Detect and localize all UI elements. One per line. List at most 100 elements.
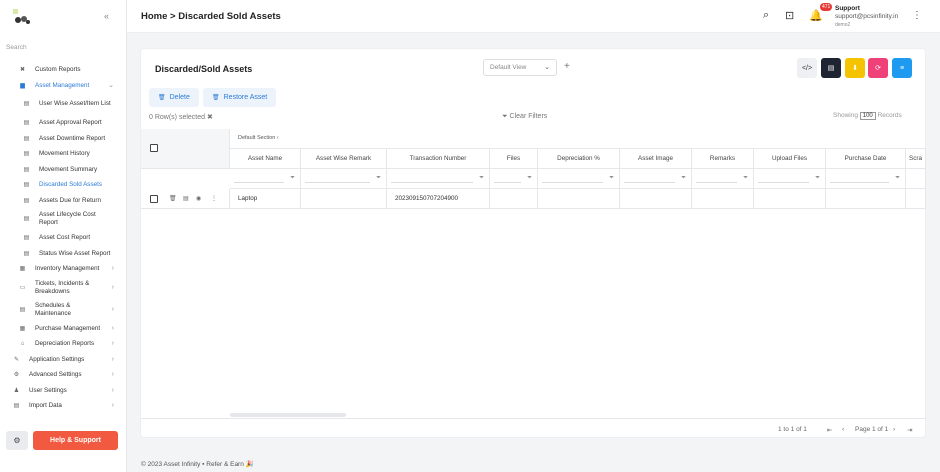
sidebar-item-inventory-management[interactable]: ▦ Inventory Management › bbox=[0, 261, 126, 277]
export-pdf-button[interactable]: ▤ bbox=[821, 58, 841, 78]
sidebar-item-schedules[interactable]: ▤ Schedules & Maintenance › bbox=[0, 299, 126, 321]
sidebar-item-application-settings[interactable]: ✎ Application Settings › bbox=[0, 352, 126, 368]
document-icon[interactable]: ▤ bbox=[183, 195, 189, 202]
sidebar-item-advanced-settings[interactable]: ⚙ Advanced Settings › bbox=[0, 367, 126, 383]
table-cell bbox=[826, 189, 906, 209]
download-button[interactable]: ⬇ bbox=[845, 58, 865, 78]
pdf-icon: ▤ bbox=[827, 65, 835, 72]
sidebar-item-asset-management[interactable]: ▆ Asset Management ⌄ bbox=[0, 78, 126, 94]
restore-asset-button[interactable]: 🗑 Restore Asset bbox=[203, 88, 277, 107]
filter-icon[interactable]: ⏷ bbox=[815, 175, 820, 182]
pagination-bar: 1 to 1 of 1 ⇤ ‹ Page 1 of 1 › ⇥ bbox=[141, 418, 926, 438]
user-info[interactable]: Support support@pcsinfinity.in demo2 bbox=[835, 5, 898, 29]
column-filter-input[interactable]: ⏷ bbox=[301, 169, 387, 189]
clear-filters-button[interactable]: ⏷ Clear Filters bbox=[502, 113, 547, 121]
columns-list-button[interactable]: ≡ bbox=[892, 58, 912, 78]
chevron-left-icon[interactable]: ‹ bbox=[277, 135, 279, 141]
filter-icon[interactable]: ⏷ bbox=[609, 175, 614, 182]
column-header[interactable]: Upload Files bbox=[754, 149, 826, 169]
help-support-button[interactable]: Help & Support bbox=[33, 431, 118, 450]
column-header[interactable]: Asset Image bbox=[620, 149, 692, 169]
rows-selected-count[interactable]: 0 Row(s) selected ✖ bbox=[149, 113, 213, 121]
notification-badge: 471 bbox=[820, 3, 833, 11]
table-cell bbox=[301, 189, 387, 209]
row-checkbox[interactable] bbox=[150, 195, 158, 203]
column-filter-input[interactable]: ⏷ bbox=[387, 169, 490, 189]
collapse-sidebar-icon[interactable]: « bbox=[104, 11, 109, 21]
sidebar-item-asset-lifecycle-cost-report[interactable]: ▤ Asset Lifecycle Cost Report bbox=[0, 208, 126, 230]
main-card: Discarded/Sold Assets Default View ⌄ + </… bbox=[140, 48, 926, 438]
sidebar-item-custom-reports[interactable]: ✖ Custom Reports bbox=[0, 62, 126, 78]
refresh-button[interactable]: ⟳ bbox=[868, 58, 888, 78]
column-filter-input[interactable]: ⏷ bbox=[490, 169, 538, 189]
sidebar-item-asset-approval-report[interactable]: ▤ Asset Approval Report bbox=[0, 115, 126, 131]
bell-icon[interactable]: 🔔 bbox=[809, 9, 823, 22]
select-all-checkbox[interactable] bbox=[150, 144, 158, 152]
column-header[interactable]: Files bbox=[490, 149, 538, 169]
table-row-actions: 🗑 ▤ ◉ ⋮ bbox=[141, 189, 230, 209]
column-header[interactable]: Transaction Number bbox=[387, 149, 490, 169]
filter-underline bbox=[494, 182, 521, 183]
sidebar-item-import-data[interactable]: ▤ Import Data › bbox=[0, 398, 126, 414]
column-filter-input[interactable]: ⏷ bbox=[826, 169, 906, 189]
user-name: Support bbox=[835, 5, 860, 12]
horizontal-scrollbar[interactable] bbox=[230, 413, 346, 417]
settings-gear-button[interactable]: ⚙ bbox=[6, 431, 28, 450]
filter-icon[interactable]: ⏷ bbox=[290, 175, 295, 182]
sidebar-item-movement-summary[interactable]: ▤ Movement Summary bbox=[0, 162, 126, 178]
sidebar-item-user-settings[interactable]: ♟ User Settings › bbox=[0, 383, 126, 399]
sidebar-item-assets-due-for-return[interactable]: ▤ Assets Due for Return bbox=[0, 193, 126, 209]
delete-button[interactable]: 🗑 Delete bbox=[149, 88, 199, 107]
last-page-icon[interactable]: ⇥ bbox=[907, 426, 912, 434]
column-filter-input[interactable]: ⏷ bbox=[692, 169, 754, 189]
column-header[interactable]: Scra bbox=[906, 149, 926, 169]
sidebar-item-asset-downtime-report[interactable]: ▤ Asset Downtime Report bbox=[0, 131, 126, 147]
filter-underline bbox=[391, 182, 473, 183]
column-header[interactable]: Asset Name bbox=[230, 149, 301, 169]
wrench-icon: ✎ bbox=[13, 356, 20, 363]
eye-icon[interactable]: ◉ bbox=[196, 195, 201, 202]
filter-icon[interactable]: ⏷ bbox=[743, 175, 748, 182]
kebab-icon[interactable]: ⋮ bbox=[211, 195, 217, 202]
prev-page-icon[interactable]: ‹ bbox=[842, 426, 844, 433]
kebab-menu-icon[interactable]: ⋮ bbox=[912, 10, 922, 21]
filter-icon[interactable]: ⏷ bbox=[895, 175, 900, 182]
filter-icon[interactable]: ⏷ bbox=[479, 175, 484, 182]
column-header[interactable]: Remarks bbox=[692, 149, 754, 169]
scan-icon[interactable]: ⊡ bbox=[785, 9, 794, 22]
filter-icon[interactable]: ⏷ bbox=[681, 175, 686, 182]
search-icon[interactable]: ⌕ bbox=[763, 9, 769, 22]
column-header[interactable]: Depreciation % bbox=[538, 149, 620, 169]
next-page-icon[interactable]: › bbox=[893, 426, 895, 433]
sidebar-item-status-wise-asset-report[interactable]: ▤ Status Wise Asset Report bbox=[0, 246, 126, 262]
column-header[interactable]: Asset Wise Remark bbox=[301, 149, 387, 169]
filter-icon[interactable]: ⏷ bbox=[527, 175, 532, 182]
add-view-icon[interactable]: + bbox=[564, 61, 570, 72]
report-icon: ▤ bbox=[23, 197, 30, 204]
column-filter-input[interactable]: ⏷ bbox=[538, 169, 620, 189]
filter-underline bbox=[305, 182, 370, 183]
column-header[interactable]: Purchase Date bbox=[826, 149, 906, 169]
page-size-select[interactable]: 100 bbox=[859, 112, 876, 120]
code-view-button[interactable]: </> bbox=[797, 58, 817, 78]
column-filter-input[interactable]: ⏷ bbox=[754, 169, 826, 189]
sidebar-item-tickets[interactable]: ▭ Tickets, Incidents & Breakdowns › bbox=[0, 277, 126, 299]
table-cell bbox=[692, 189, 754, 209]
sidebar-item-movement-history[interactable]: ▤ Movement History bbox=[0, 146, 126, 162]
report-icon: ▤ bbox=[23, 120, 30, 127]
table-cell: 202309150707204900 bbox=[387, 189, 490, 209]
trash-icon[interactable]: 🗑 bbox=[169, 195, 177, 202]
first-page-icon[interactable]: ⇤ bbox=[827, 426, 832, 434]
column-filter-input[interactable] bbox=[906, 169, 926, 189]
view-select[interactable]: Default View ⌄ bbox=[483, 59, 557, 76]
sidebar-item-purchase-management[interactable]: ▦ Purchase Management › bbox=[0, 321, 126, 337]
column-filter-input[interactable]: ⏷ bbox=[620, 169, 692, 189]
sidebar-item-asset-cost-report[interactable]: ▤ Asset Cost Report bbox=[0, 230, 126, 246]
filter-icon[interactable]: ⏷ bbox=[376, 175, 381, 182]
column-filter-input[interactable]: ⏷ bbox=[230, 169, 301, 189]
sidebar-item-discarded-sold-assets[interactable]: ▤ Discarded Sold Assets bbox=[0, 177, 126, 193]
sidebar-item-user-wise-asset[interactable]: ▤ User Wise Asset/Item List bbox=[0, 93, 126, 115]
sidebar-item-depreciation-reports[interactable]: ⌂ Depreciation Reports › bbox=[0, 336, 126, 352]
code-icon: </> bbox=[801, 64, 813, 72]
sidebar-search-input[interactable]: Search bbox=[6, 44, 121, 51]
